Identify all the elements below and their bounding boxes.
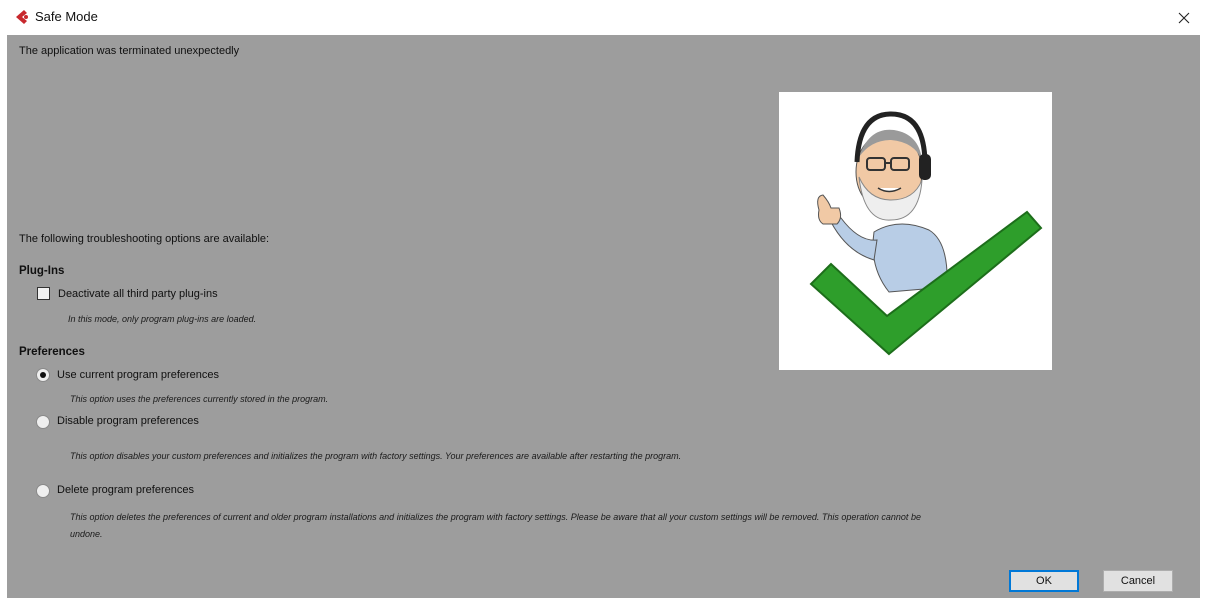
options-intro: The following troubleshooting options ar… [19, 233, 270, 245]
mascot-checkmark-image [779, 92, 1052, 370]
mascot-checkmark-illustration [809, 111, 1043, 356]
disable-preferences-label[interactable]: Disable program preferences [57, 415, 199, 427]
deactivate-plugins-label[interactable]: Deactivate all third party plug-ins [58, 288, 218, 300]
use-current-preferences-radio[interactable] [36, 368, 50, 382]
app-logo-icon [16, 10, 28, 24]
preferences-heading: Preferences [19, 346, 85, 358]
cancel-button[interactable]: Cancel [1103, 570, 1173, 592]
close-button[interactable] [1161, 0, 1207, 35]
plugins-heading: Plug-Ins [19, 265, 65, 277]
deactivate-plugins-desc: In this mode, only program plug-ins are … [68, 314, 257, 324]
delete-preferences-label[interactable]: Delete program preferences [57, 484, 194, 496]
deactivate-plugins-checkbox[interactable] [37, 287, 50, 300]
disable-preferences-desc: This option disables your custom prefere… [70, 451, 682, 461]
dialog-content: The application was terminated unexpecte… [7, 35, 1200, 598]
delete-preferences-radio[interactable] [36, 484, 50, 498]
ok-button[interactable]: OK [1009, 570, 1079, 592]
close-icon [1178, 12, 1190, 23]
use-current-preferences-label[interactable]: Use current program preferences [57, 369, 219, 381]
title-bar: Safe Mode [0, 0, 1207, 35]
delete-preferences-desc: This option deletes the preferences of c… [70, 512, 921, 522]
delete-preferences-desc-continued: undone. [70, 529, 103, 539]
error-message: The application was terminated unexpecte… [19, 45, 240, 57]
disable-preferences-radio[interactable] [36, 415, 50, 429]
use-current-preferences-desc: This option uses the preferences current… [70, 394, 329, 404]
window-title: Safe Mode [35, 9, 98, 24]
